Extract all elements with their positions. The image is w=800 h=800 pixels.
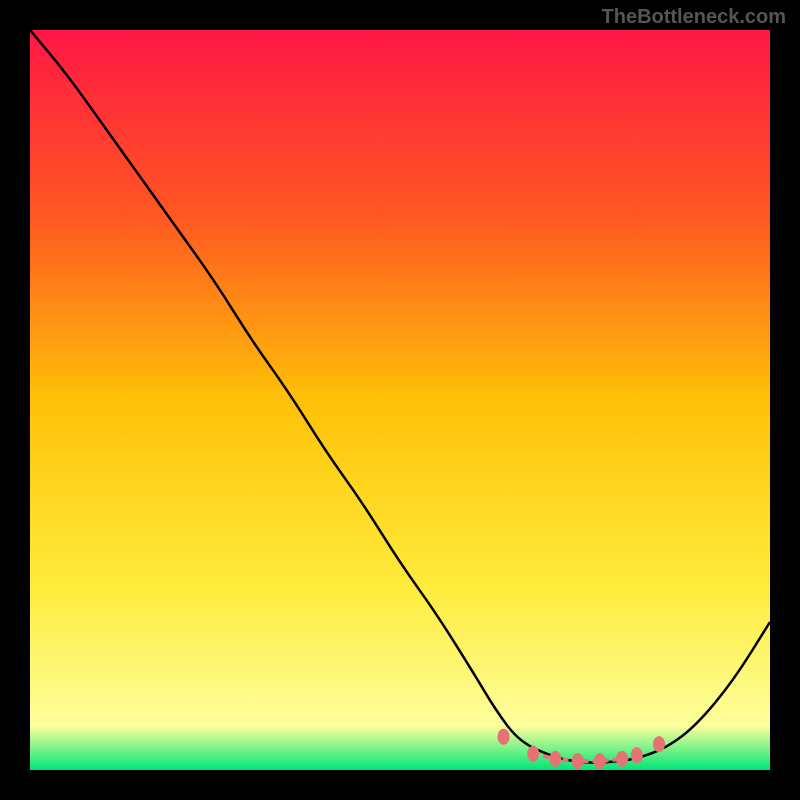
chart-svg xyxy=(30,30,770,770)
chart-area xyxy=(30,30,770,770)
marker-point xyxy=(549,751,561,767)
gradient-background xyxy=(30,30,770,770)
marker-point xyxy=(527,746,539,762)
watermark-text: TheBottleneck.com xyxy=(602,6,786,29)
marker-point xyxy=(594,753,606,769)
marker-point xyxy=(572,753,584,769)
marker-point xyxy=(631,747,643,763)
marker-point xyxy=(616,751,628,767)
marker-point xyxy=(498,729,510,745)
marker-point xyxy=(653,736,665,752)
